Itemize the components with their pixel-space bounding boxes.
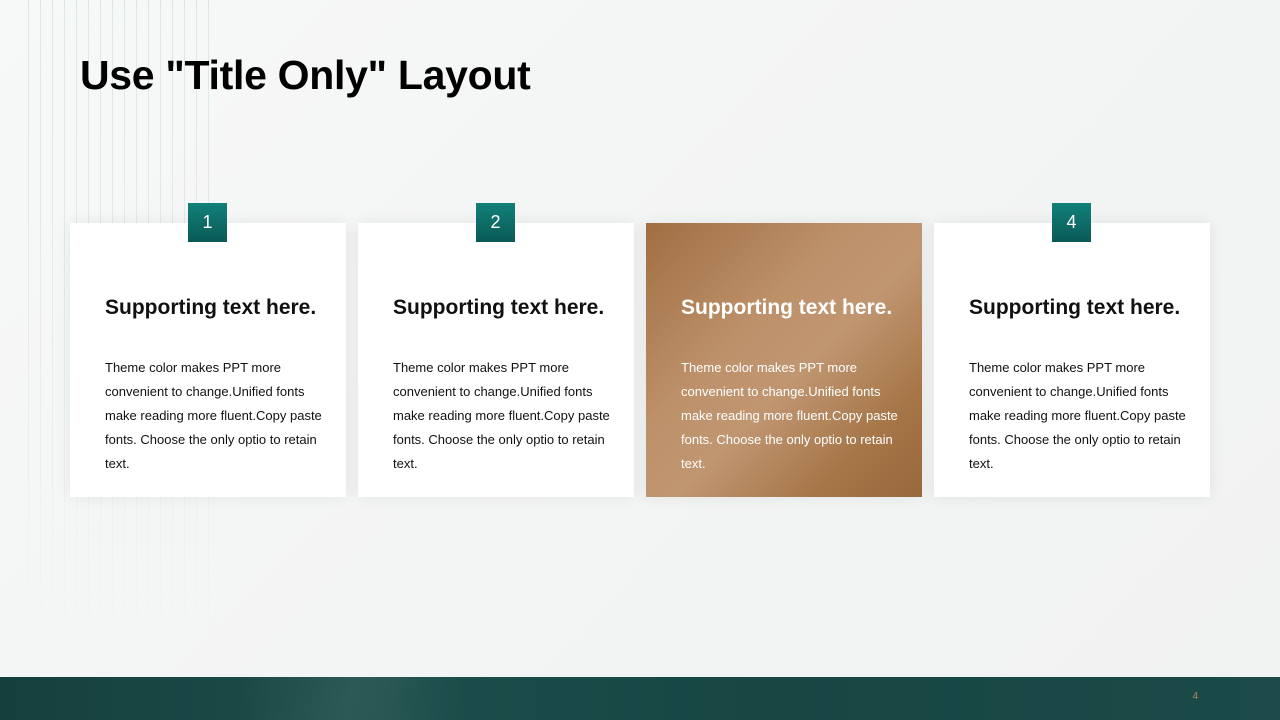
card-body-text: Theme color makes PPT more convenient to…	[393, 360, 610, 471]
card-heading: Supporting text here.	[969, 296, 1181, 319]
card-number-badge: 4	[1052, 203, 1091, 242]
card-3-highlighted: Supporting text here. Theme color makes …	[646, 223, 922, 497]
card-number-badge: 1	[188, 203, 227, 242]
card-4: 4 Supporting text here. Theme color make…	[934, 203, 1210, 497]
card-1: 1 Supporting text here. Theme color make…	[70, 203, 346, 497]
slide-title: Use "Title Only" Layout	[80, 52, 531, 98]
card-heading: Supporting text here.	[681, 296, 893, 319]
card-body-text: Theme color makes PPT more convenient to…	[969, 360, 1186, 471]
card-heading: Supporting text here.	[393, 296, 605, 319]
page-number: 4	[1192, 691, 1198, 702]
card-body-text: Theme color makes PPT more convenient to…	[105, 360, 322, 471]
card-2: 2 Supporting text here. Theme color make…	[358, 203, 634, 497]
card-number-badge: 2	[476, 203, 515, 242]
card-body-text: Theme color makes PPT more convenient to…	[681, 360, 898, 471]
footer-bar: 4	[0, 677, 1280, 720]
footer-decoration	[240, 677, 460, 720]
card-heading: Supporting text here.	[105, 296, 317, 319]
